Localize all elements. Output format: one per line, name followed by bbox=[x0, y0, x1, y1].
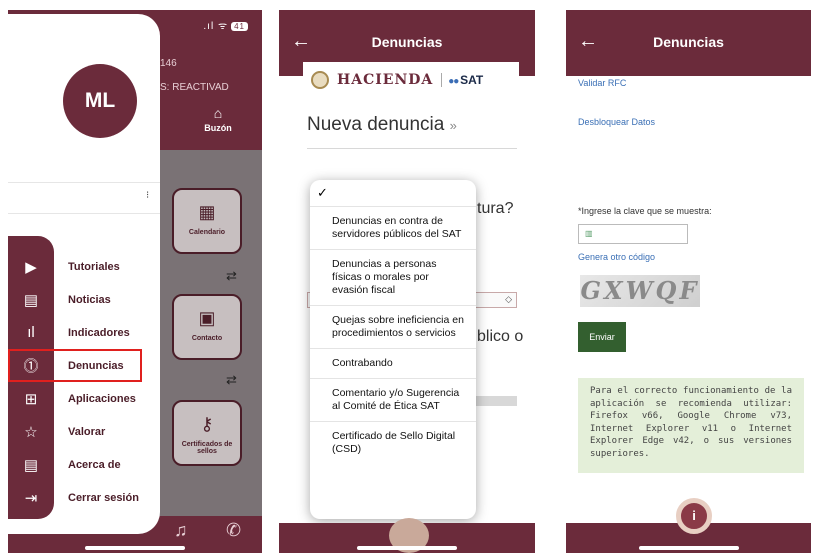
avatar[interactable]: ML bbox=[63, 64, 137, 138]
chart-icon: ıl bbox=[27, 324, 35, 341]
header-bar: ← Denuncias bbox=[566, 10, 811, 76]
menu-item-label: Aplicaciones bbox=[68, 392, 136, 405]
info-icon[interactable]: i bbox=[676, 498, 712, 534]
swap-arrows-icon[interactable]: ⇄ bbox=[226, 372, 237, 388]
profile-status-text: S: REACTIVAD bbox=[160, 82, 229, 93]
buzon-label: Buzón bbox=[204, 123, 232, 133]
menu-item-acerca-de[interactable]: ▤ Acerca de bbox=[8, 448, 160, 481]
menu-item-aplicaciones[interactable]: ⊞ Aplicaciones bbox=[8, 382, 160, 415]
picker-option[interactable]: Quejas sobre ineficiencia en procedimien… bbox=[310, 305, 476, 348]
header-title: Denuncias bbox=[371, 34, 443, 50]
captcha-image: GXWQF bbox=[580, 275, 700, 307]
sat-dots-icon: ●● bbox=[448, 76, 461, 87]
browser-notice: Para el correcto funcionamiento de la ap… bbox=[578, 378, 804, 473]
picker-option[interactable]: Contrabando bbox=[310, 348, 476, 378]
logout-icon: ⇥ bbox=[24, 489, 38, 507]
menu-item-valorar[interactable]: ☆ Valorar bbox=[8, 415, 160, 448]
captcha-input[interactable]: ▥ bbox=[578, 224, 688, 244]
drawer-menu: ▶ Tutoriales ▤ Noticias ıl Indicadores ⓵… bbox=[8, 250, 160, 514]
menu-item-indicadores[interactable]: ıl Indicadores bbox=[8, 316, 160, 349]
menu-item-label: Tutoriales bbox=[68, 260, 120, 273]
document-icon: ▤ bbox=[23, 456, 39, 474]
chevron-right-icon: » bbox=[449, 118, 457, 133]
enviar-button[interactable]: Enviar bbox=[578, 322, 626, 352]
picker-option[interactable]: Denuncias en contra de servidores públic… bbox=[310, 206, 476, 249]
captcha-label: *Ingrese la clave que se muestra: bbox=[578, 206, 712, 216]
picker-option[interactable]: Comentario y/o Sugerencia al Comité de É… bbox=[310, 378, 476, 421]
status-bar: .ıl ᯤ 41 bbox=[203, 18, 248, 32]
checkmark-icon: ✓ bbox=[317, 185, 328, 200]
buzon-button[interactable]: ⌂ Buzón bbox=[190, 105, 246, 133]
menu-item-tutoriales[interactable]: ▶ Tutoriales bbox=[8, 250, 160, 283]
battery-icon: 41 bbox=[231, 22, 248, 31]
menu-item-denuncias[interactable]: ⓵ Denuncias bbox=[8, 349, 142, 382]
question-text: blico o bbox=[477, 328, 524, 345]
hacienda-logo-text: HACIENDA bbox=[337, 72, 434, 88]
tile-certificados[interactable]: ⚷ Certificados de sellos bbox=[172, 400, 242, 466]
signal-wifi-icon: .ıl ᯤ bbox=[203, 21, 229, 32]
tile-label: Calendario bbox=[188, 229, 226, 236]
tile-label: Certificados de sellos bbox=[181, 441, 233, 455]
menu-item-cerrar-sesion[interactable]: ⇥ Cerrar sesión bbox=[8, 481, 160, 514]
menu-item-label: Denuncias bbox=[68, 359, 124, 372]
menu-item-noticias[interactable]: ▤ Noticias bbox=[8, 283, 160, 316]
menu-item-label: Acerca de bbox=[68, 458, 121, 471]
desbloquear-datos-link[interactable]: Desbloquear Datos bbox=[578, 117, 655, 127]
denuncia-type-picker[interactable]: ✓ Denuncias en contra de servidores públ… bbox=[310, 180, 476, 519]
play-icon: ▶ bbox=[25, 258, 37, 276]
profile-number-text: 146 bbox=[160, 58, 177, 69]
tile-calendario[interactable]: ▦ Calendario bbox=[172, 188, 242, 254]
star-icon: ☆ bbox=[24, 423, 38, 441]
home-indicator bbox=[85, 546, 185, 550]
question-text: tura? bbox=[477, 200, 514, 217]
alert-icon: ⓵ bbox=[23, 358, 39, 375]
news-icon: ▤ bbox=[23, 291, 39, 309]
drawer-divider bbox=[8, 182, 160, 214]
calendar-icon: ▦ bbox=[198, 202, 216, 222]
menu-item-label: Indicadores bbox=[68, 326, 130, 339]
contact-card-icon: ▣ bbox=[198, 308, 216, 328]
divider bbox=[307, 148, 517, 149]
side-drawer: ML ⁝ ▶ Tutoriales ▤ Noticias ıl Indicado… bbox=[8, 14, 160, 534]
menu-item-label: Noticias bbox=[68, 293, 111, 306]
genera-otro-codigo-link[interactable]: Genera otro código bbox=[578, 252, 655, 262]
bell-check-icon[interactable]: ♫ bbox=[174, 520, 188, 541]
app-screen-nueva-denuncia: ← Denuncias HACIENDA ●● SAT Nueva denunc… bbox=[279, 10, 535, 553]
more-icon[interactable]: ⁝ bbox=[146, 190, 149, 201]
page-title-text: Nueva denuncia bbox=[307, 114, 445, 135]
keyboard-icon: ▥ bbox=[585, 229, 593, 238]
mailbox-icon: ⌂ bbox=[213, 105, 223, 121]
app-screen-captcha: ← Denuncias Validar RFC Desbloquear Dato… bbox=[566, 10, 811, 553]
swap-arrows-icon[interactable]: ⇄ bbox=[226, 268, 237, 284]
hacienda-sat-logo: HACIENDA ●● SAT bbox=[303, 62, 519, 98]
tile-contacto[interactable]: ▣ Contacto bbox=[172, 294, 242, 360]
apps-icon: ⊞ bbox=[24, 390, 38, 408]
header-title: Denuncias bbox=[653, 34, 724, 50]
seal-icon bbox=[311, 71, 329, 89]
validar-rfc-link[interactable]: Validar RFC bbox=[578, 78, 626, 88]
phone-icon[interactable]: ✆ bbox=[226, 520, 241, 541]
picker-option[interactable]: Certificado de Sello Digital (CSD) bbox=[310, 421, 476, 464]
select-arrows-icon: ◇ bbox=[505, 294, 512, 304]
menu-item-label: Valorar bbox=[68, 425, 106, 438]
sat-logo-text: SAT bbox=[460, 73, 484, 87]
picker-option[interactable]: Denuncias a personas físicas o morales p… bbox=[310, 249, 476, 305]
page-title: Nueva denuncia » bbox=[307, 114, 457, 136]
sat-logo: ●● SAT bbox=[441, 73, 483, 87]
tile-label: Contacto bbox=[191, 335, 223, 342]
home-indicator bbox=[638, 546, 739, 550]
key-icon: ⚷ bbox=[200, 414, 214, 434]
app-screen-menu: .ıl ᯤ 41 146 S: REACTIVAD ⌂ Buzón ▦ Calen… bbox=[8, 10, 262, 553]
home-indicator bbox=[357, 546, 457, 550]
menu-item-label: Cerrar sesión bbox=[68, 491, 139, 504]
